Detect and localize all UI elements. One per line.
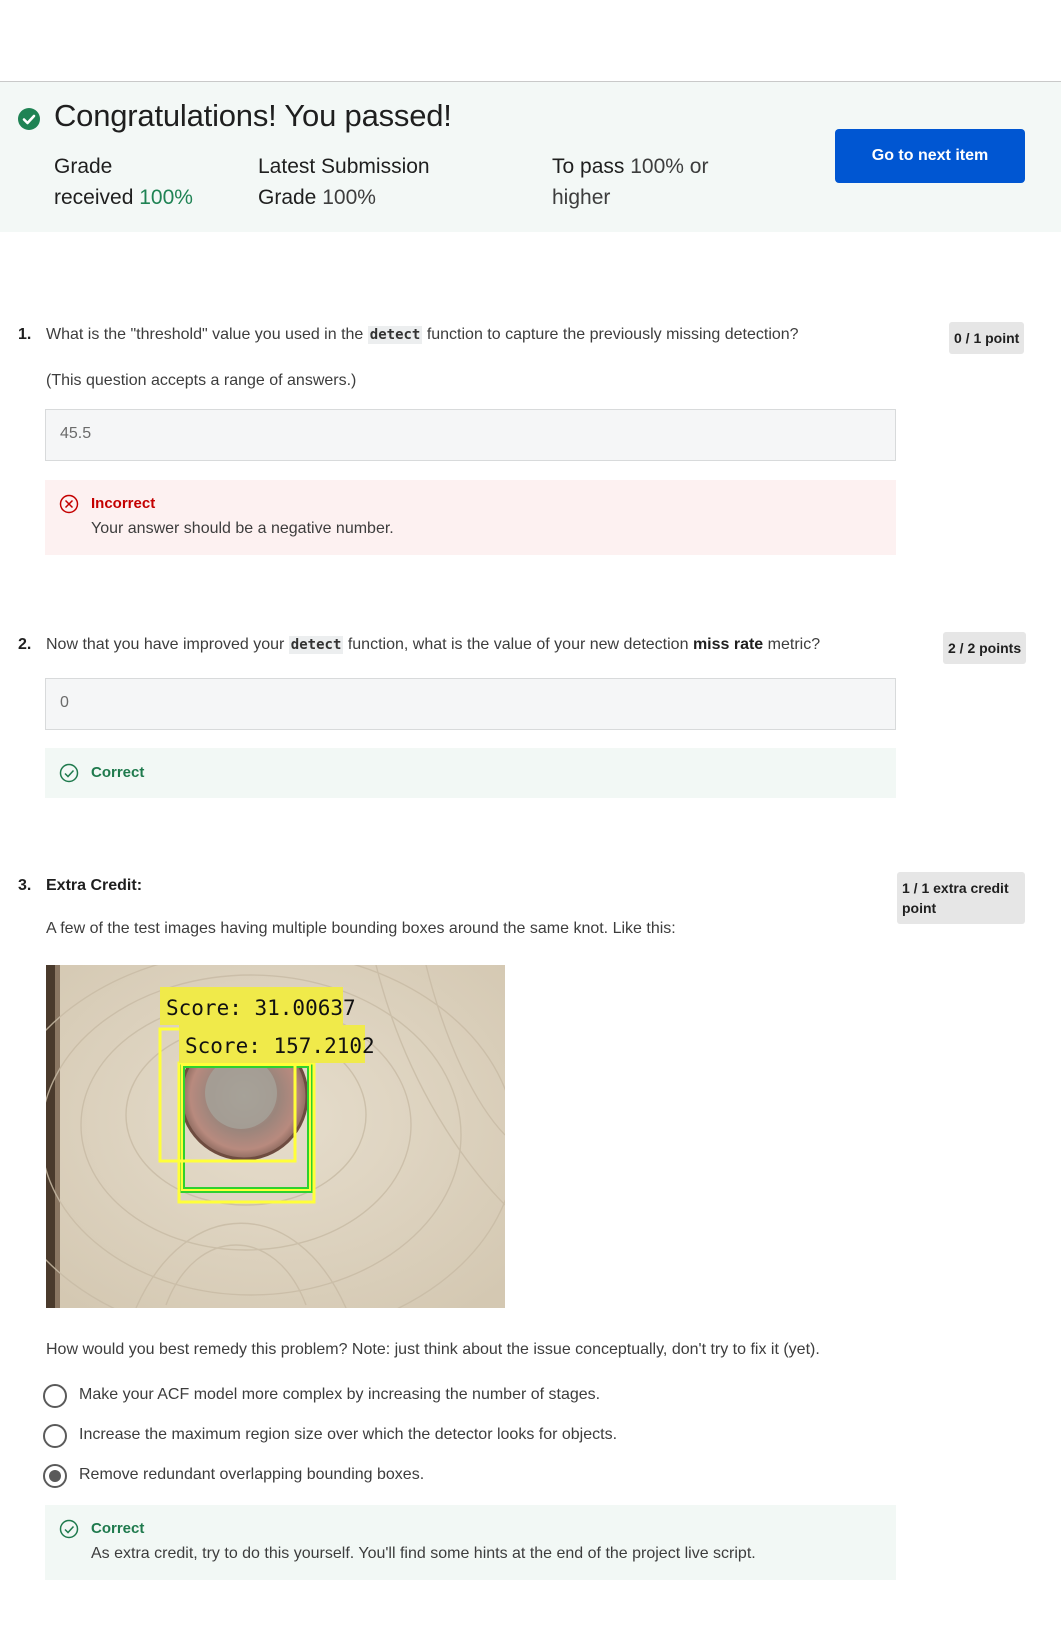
check-circle-icon [59,763,79,783]
check-circle-icon [59,1519,79,1539]
option-label: Remove redundant overlapping bounding bo… [79,1466,425,1483]
feedback-title: Correct [91,1520,145,1537]
question-3-intro: A few of the test images having multiple… [46,920,676,937]
radio-button[interactable] [43,1424,67,1448]
page-title: Congratulations! You passed! [54,98,452,133]
feedback-correct: Correct As extra credit, try to do this … [45,1505,896,1580]
points-badge: 0 / 1 point [949,322,1025,354]
feedback-title: Correct [91,764,145,781]
score-label: Score: 31.00637 [166,996,356,1020]
feedback-title: Incorrect [91,495,156,512]
points-badge: 1 / 1 extra credit point [897,872,1025,924]
option-label: Make your ACF model more complex by incr… [79,1386,601,1403]
code-snippet: detect [367,326,423,344]
go-to-next-item-button[interactable]: Go to next item [835,129,1025,183]
radio-button-selected[interactable] [43,1464,67,1488]
question-1-text: What is the "threshold" value you used i… [46,326,799,344]
option-label: Increase the maximum region size over wh… [79,1426,618,1443]
answer-input[interactable]: 0 [45,678,896,730]
option-increase-stages[interactable]: Make your ACF model more complex by incr… [43,1384,743,1410]
question-1-note: (This question accepts a range of answer… [46,372,357,389]
radio-button[interactable] [43,1384,67,1408]
feedback-correct: Correct [45,748,896,798]
points-badge: 2 / 2 points [943,632,1027,664]
question-3-prompt: How would you best remedy this problem? … [46,1341,820,1358]
feedback-incorrect: Incorrect Your answer should be a negati… [45,480,896,555]
grade-received-value: 100% [139,186,193,209]
option-increase-region-size[interactable]: Increase the maximum region size over wh… [43,1424,743,1450]
question-number: 2. [18,636,32,653]
option-remove-overlapping-boxes[interactable]: Remove redundant overlapping bounding bo… [43,1464,743,1490]
check-circle-icon [18,108,40,130]
question-3-title: Extra Credit: [46,877,143,894]
answer-input[interactable]: 45.5 [45,409,896,461]
pass-requirement: To pass 100% or higher [552,155,709,209]
top-bar [0,0,1061,82]
question-number: 1. [18,326,32,343]
question-number: 3. [18,877,32,894]
question-2-text: Now that you have improved your detect f… [46,636,821,654]
score-label: Score: 157.2102 [185,1034,375,1058]
code-snippet: detect [288,636,344,654]
detection-example-image: Score: 31.00637 Score: 157.2102 [46,965,505,1308]
latest-submission-grade: Latest Submission Grade 100% [258,155,430,209]
grade-received: Grade received 100% [54,155,193,209]
x-circle-icon [59,494,79,514]
feedback-message: Your answer should be a negative number. [91,520,394,537]
feedback-message: As extra credit, try to do this yourself… [91,1545,756,1562]
